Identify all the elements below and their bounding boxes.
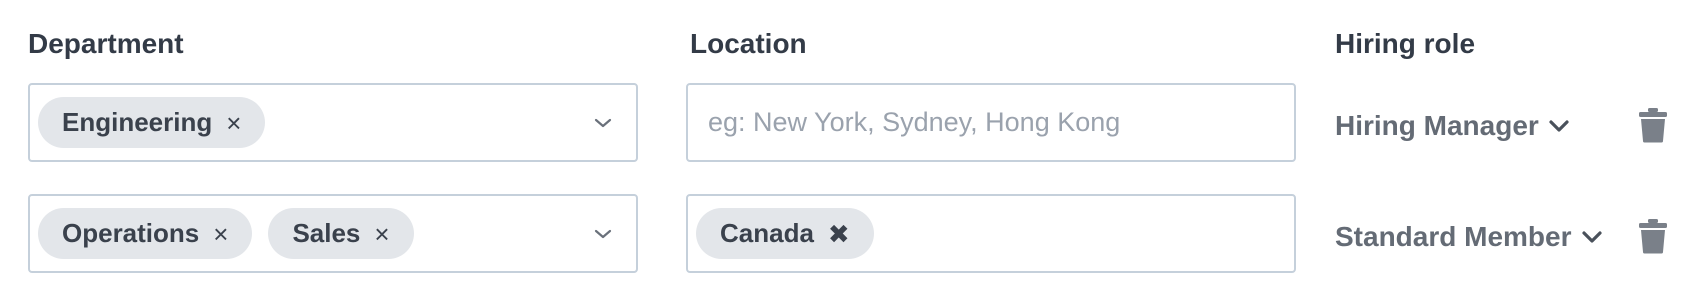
hiring-role-dropdown-row-2[interactable]: Standard Member bbox=[1335, 221, 1602, 253]
chip-label: Operations bbox=[62, 218, 200, 248]
trash-icon[interactable] bbox=[1638, 218, 1668, 254]
hiring-role-header: Hiring role bbox=[1335, 28, 1476, 59]
location-chip: Canada ✖ bbox=[696, 208, 874, 259]
chip-label: Canada bbox=[720, 218, 814, 248]
location-header: Location bbox=[690, 28, 807, 59]
chip-label: Engineering bbox=[62, 107, 213, 137]
chevron-down-icon[interactable] bbox=[594, 117, 612, 129]
chevron-down-icon bbox=[1581, 231, 1602, 243]
hiring-role-dropdown-row-1[interactable]: Hiring Manager bbox=[1335, 110, 1569, 142]
department-chip: Operations × bbox=[38, 208, 253, 259]
remove-chip-icon[interactable]: × bbox=[213, 221, 228, 247]
hiring-role-label: Standard Member bbox=[1335, 221, 1572, 252]
department-select-row-2[interactable]: Operations × Sales × bbox=[28, 194, 638, 273]
department-header: Department bbox=[28, 28, 184, 59]
location-input-row-1[interactable]: eg: New York, Sydney, Hong Kong bbox=[686, 83, 1296, 162]
trash-icon[interactable] bbox=[1638, 107, 1668, 143]
remove-chip-icon[interactable]: × bbox=[374, 221, 389, 247]
department-chip: Engineering × bbox=[38, 97, 266, 148]
location-placeholder: eg: New York, Sydney, Hong Kong bbox=[708, 107, 1121, 137]
chip-label: Sales bbox=[292, 218, 361, 248]
hiring-role-label: Hiring Manager bbox=[1335, 110, 1539, 141]
location-input-row-2[interactable]: Canada ✖ bbox=[686, 194, 1296, 273]
department-select-row-1[interactable]: Engineering × bbox=[28, 83, 638, 162]
chevron-down-icon[interactable] bbox=[594, 228, 612, 240]
remove-chip-icon[interactable]: × bbox=[226, 110, 241, 136]
remove-chip-icon[interactable]: ✖ bbox=[828, 221, 850, 247]
chevron-down-icon bbox=[1549, 120, 1569, 132]
department-chip: Sales × bbox=[268, 208, 414, 259]
